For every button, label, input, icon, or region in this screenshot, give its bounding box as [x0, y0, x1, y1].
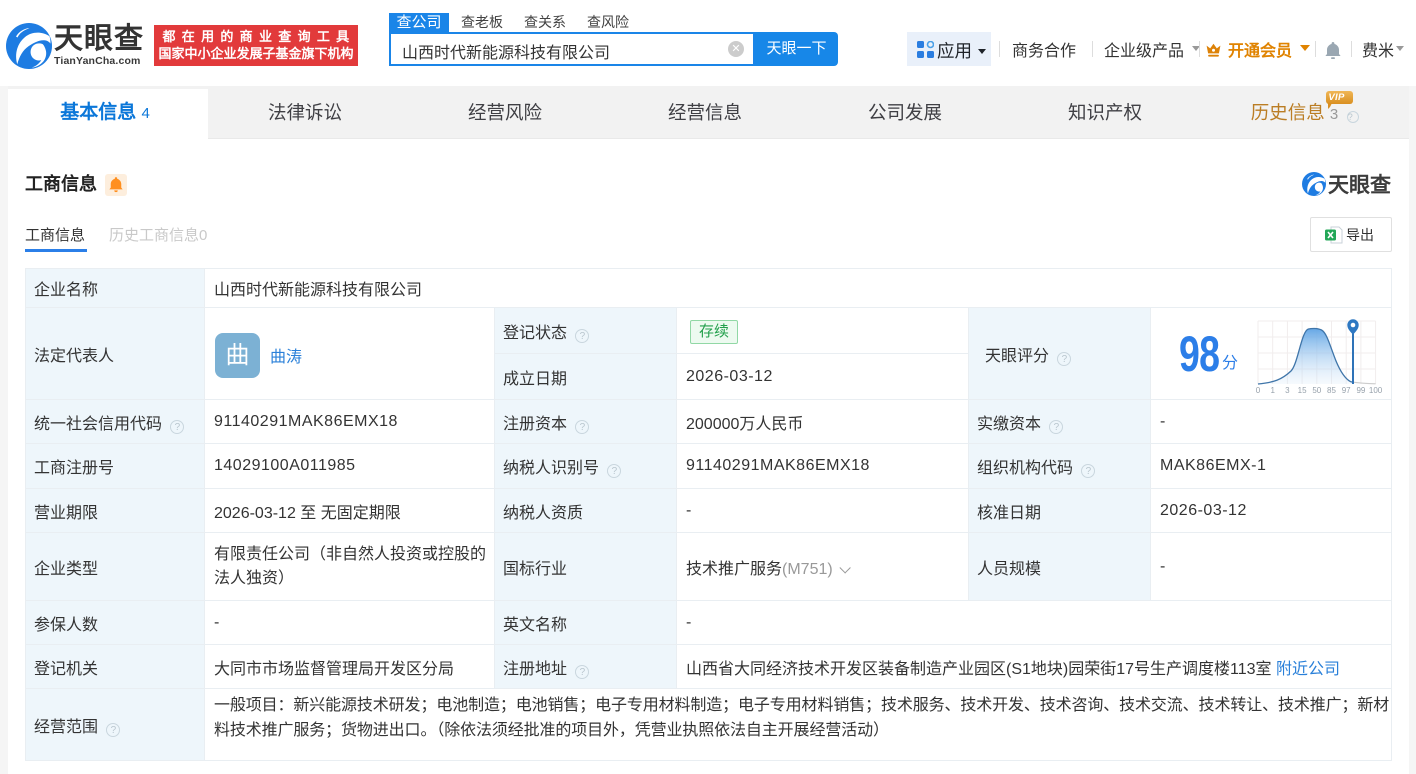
svg-text:99: 99 [1356, 386, 1365, 395]
svg-text:1: 1 [1270, 386, 1275, 395]
svg-text:0: 0 [1256, 386, 1261, 395]
svg-text:15: 15 [1298, 386, 1307, 395]
svg-text:97: 97 [1342, 386, 1351, 395]
svg-text:3: 3 [1285, 386, 1290, 395]
svg-text:100: 100 [1369, 386, 1383, 395]
svg-text:85: 85 [1327, 386, 1336, 395]
svg-text:50: 50 [1312, 386, 1321, 395]
